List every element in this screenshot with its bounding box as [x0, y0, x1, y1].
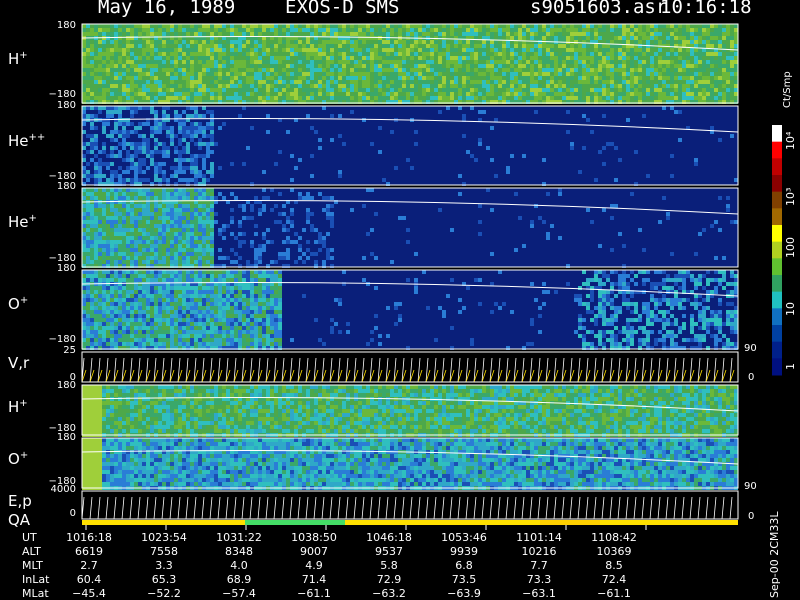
- cell-mlat-4: −63.2: [372, 587, 406, 600]
- panel-label-ep: E,p: [8, 492, 32, 510]
- time-axis-ticks: [85, 525, 647, 530]
- tick-p8-max: 4000: [50, 484, 76, 495]
- row-label-ut: UT: [22, 531, 37, 544]
- panel-3-heatmap: [81, 187, 739, 268]
- cell-alt-6: 10216: [521, 545, 557, 558]
- cell-alt-0: 6619: [75, 545, 103, 558]
- cell-mlat-0: −45.4: [72, 587, 106, 600]
- tick-p7-max: 180: [56, 432, 76, 443]
- rtick-p5-max: 90: [744, 343, 757, 354]
- cell-mlt-2: 4.0: [230, 559, 248, 572]
- cell-mlat-3: −61.1: [297, 587, 331, 600]
- cell-mlt-4: 5.8: [380, 559, 398, 572]
- row-label-inlat: InLat: [22, 573, 50, 586]
- panel-2-heatmap: [81, 105, 739, 186]
- cell-alt-7: 10369: [596, 545, 632, 558]
- spectrogram-plot: [81, 23, 782, 530]
- cell-mlt-5: 6.8: [455, 559, 473, 572]
- cell-ut-3: 1038:50: [291, 531, 337, 544]
- colorbar-label-10e3: 10³: [784, 187, 797, 206]
- cell-mlt-3: 4.9: [305, 559, 323, 572]
- tick-p2-max: 180: [56, 100, 76, 111]
- tick-p4-max: 180: [56, 263, 76, 274]
- cell-mlt-0: 2.7: [80, 559, 98, 572]
- cell-ut-7: 1108:42: [591, 531, 637, 544]
- cell-ut-2: 1031:22: [216, 531, 262, 544]
- cell-inlat-5: 73.5: [451, 573, 477, 586]
- cell-ut-0: 1016:18: [66, 531, 112, 544]
- panel-label-he-plusplus: He++: [8, 132, 46, 150]
- panel-label-qa: QA: [8, 511, 31, 529]
- cell-mlat-7: −61.1: [597, 587, 631, 600]
- panel-8-heatmap: [81, 490, 739, 520]
- cell-mlt-6: 7.7: [530, 559, 548, 572]
- colorbar-unit: Ct/Smp: [782, 71, 793, 108]
- tick-p1-min: −180: [48, 89, 76, 100]
- tick-p1-max: 180: [56, 20, 76, 31]
- panel-label-o-plus-1: O+: [8, 295, 29, 313]
- row-label-mlt: MLT: [22, 559, 43, 572]
- cell-mlat-6: −63.1: [522, 587, 556, 600]
- panel-5-heatmap: [81, 351, 739, 383]
- rtick-p8-max: 90: [744, 481, 757, 492]
- panel-label-h-plus-2: H+: [8, 398, 28, 416]
- panel-7-heatmap: [81, 437, 739, 490]
- cell-mlat-5: −63.9: [447, 587, 481, 600]
- tick-p8-min: 0: [69, 508, 76, 519]
- cell-inlat-1: 65.3: [151, 573, 177, 586]
- rtick-p8-min: 0: [748, 511, 755, 522]
- tick-p4-min: −180: [48, 334, 76, 345]
- panel-label-he-plus: He+: [8, 213, 37, 231]
- panel-6-heatmap: [81, 384, 739, 437]
- cell-ut-6: 1101:14: [516, 531, 562, 544]
- colorbar-label-10: 10: [784, 302, 797, 316]
- tick-p6-max: 180: [56, 380, 76, 391]
- row-label-alt: ALT: [22, 545, 41, 558]
- cell-inlat-6: 73.3: [526, 573, 552, 586]
- panel-label-vr: V,r: [8, 354, 30, 372]
- cell-ut-5: 1053:46: [441, 531, 487, 544]
- tick-p3-max: 180: [56, 181, 76, 192]
- cell-alt-3: 9007: [300, 545, 328, 558]
- cell-inlat-2: 68.9: [226, 573, 252, 586]
- side-info: Sep-00 2CM33L: [768, 511, 781, 599]
- cell-alt-5: 9939: [450, 545, 478, 558]
- cell-ut-4: 1046:18: [366, 531, 412, 544]
- cell-alt-1: 7558: [150, 545, 178, 558]
- cell-inlat-7: 72.4: [601, 573, 627, 586]
- panel-label-o-plus-2: O+: [8, 450, 29, 468]
- cell-mlt-7: 8.5: [605, 559, 623, 572]
- cell-inlat-3: 71.4: [301, 573, 327, 586]
- colorbar-label-10e4: 10⁴: [784, 131, 797, 150]
- panel-1-heatmap: [81, 23, 739, 104]
- colorbar: [772, 125, 782, 376]
- cell-inlat-4: 72.9: [376, 573, 402, 586]
- colorbar-label-1: 1: [784, 363, 797, 370]
- cell-alt-4: 9537: [375, 545, 403, 558]
- cell-mlt-1: 3.3: [155, 559, 173, 572]
- cell-mlat-2: −57.4: [222, 587, 256, 600]
- panel-4-heatmap: [81, 269, 739, 350]
- row-label-mlat: MLat: [22, 587, 49, 600]
- qa-bar: [82, 520, 738, 525]
- colorbar-label-100: 100: [784, 237, 797, 258]
- cell-mlat-1: −52.2: [147, 587, 181, 600]
- cell-inlat-0: 60.4: [76, 573, 102, 586]
- tick-p5-max: 25: [63, 345, 76, 356]
- rtick-p5-min: 0: [748, 372, 755, 383]
- cell-alt-2: 8348: [225, 545, 253, 558]
- panel-label-h-plus-1: H+: [8, 50, 28, 68]
- cell-ut-1: 1023:54: [141, 531, 187, 544]
